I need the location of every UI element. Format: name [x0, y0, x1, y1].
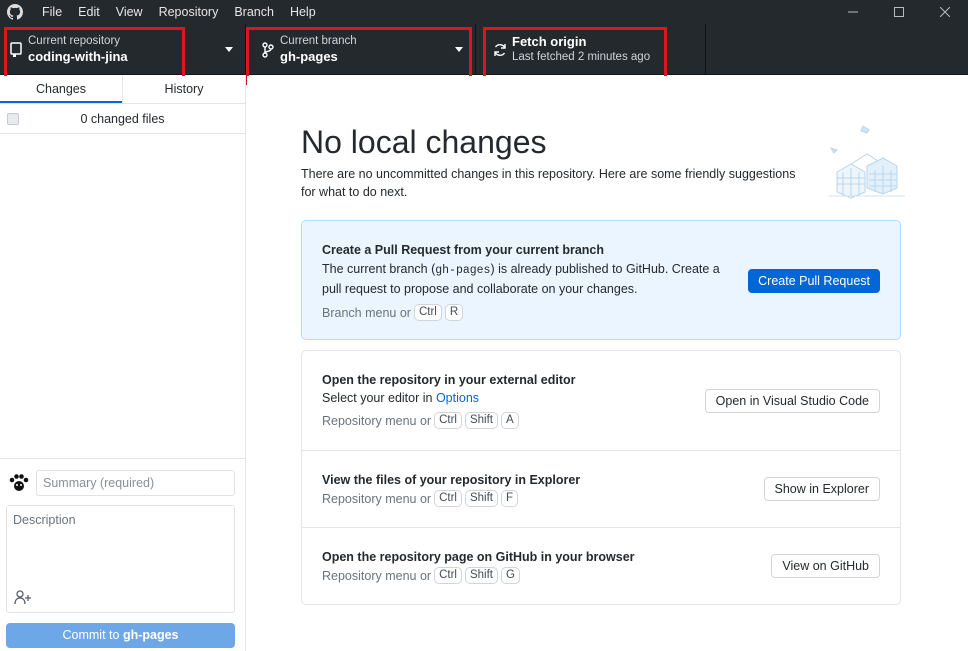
- description-input[interactable]: [7, 506, 234, 586]
- pull-request-branch-code: gh-pages: [435, 264, 491, 277]
- pull-request-title: Create a Pull Request from your current …: [322, 243, 605, 257]
- list-item: Open the repository in your external edi…: [302, 351, 900, 451]
- shortcut-key: Ctrl: [434, 490, 462, 507]
- editor-shortcut: Repository menu or Ctrl Shift A: [322, 412, 576, 429]
- pull-request-shortcut: Branch menu or Ctrl R: [322, 304, 732, 321]
- commit-button-prefix: Commit to: [62, 628, 123, 642]
- github-title: Open the repository page on GitHub in yo…: [322, 550, 635, 564]
- create-pull-request-card: Create a Pull Request from your current …: [301, 220, 901, 340]
- caret-down-icon: [225, 47, 233, 52]
- fetch-origin-label: Fetch origin: [512, 34, 587, 50]
- shortcut-key: Ctrl: [434, 567, 462, 584]
- shortcut-key: Ctrl: [434, 412, 462, 429]
- current-repository-name: coding-with-jina: [28, 48, 128, 64]
- changed-files-count: 0 changed files: [80, 111, 165, 126]
- pull-request-desc-part1: The current branch (: [322, 262, 436, 276]
- tab-history[interactable]: History: [122, 76, 245, 103]
- editor-desc-text: Select your editor in: [322, 391, 436, 405]
- menu-bar: File Edit View Repository Branch Help: [30, 0, 324, 24]
- close-icon[interactable]: [922, 0, 968, 24]
- shortcut-key: Shift: [464, 567, 498, 584]
- last-fetched-text: Last fetched 2 minutes ago: [512, 51, 651, 64]
- suggestions-list: Open the repository in your external edi…: [301, 350, 901, 605]
- editor-description: Select your editor in Options: [322, 389, 576, 408]
- maximize-icon[interactable]: [876, 0, 922, 24]
- current-repository-button[interactable]: Current repository coding-with-jina: [0, 24, 246, 75]
- shortcut-key: R: [444, 304, 464, 321]
- select-all-checkbox[interactable]: [7, 113, 19, 125]
- add-coauthor-icon[interactable]: [12, 586, 34, 608]
- caret-down-icon: [455, 47, 463, 52]
- repo-icon: [0, 42, 28, 57]
- menu-edit[interactable]: Edit: [70, 0, 108, 24]
- page-subtitle: There are no uncommitted changes in this…: [301, 167, 796, 199]
- commit-button[interactable]: Commit to gh-pages: [6, 623, 235, 648]
- view-on-github-button[interactable]: View on GitHub: [771, 554, 880, 578]
- shortcut-key: G: [500, 567, 520, 584]
- title-bar: File Edit View Repository Branch Help: [0, 0, 968, 24]
- options-link[interactable]: Options: [436, 391, 479, 405]
- window-controls: [830, 0, 968, 24]
- shortcut-prefix: Branch menu or: [322, 305, 411, 320]
- github-shortcut: Repository menu or Ctrl Shift G: [322, 567, 635, 584]
- list-item: Open the repository page on GitHub in yo…: [302, 528, 900, 604]
- shortcut-key: A: [500, 412, 519, 429]
- shortcut-key: F: [500, 490, 519, 507]
- editor-title: Open the repository in your external edi…: [322, 373, 576, 387]
- page-title: No local changes: [301, 124, 547, 160]
- sidebar-tabs: Changes History: [0, 76, 245, 104]
- fetch-origin-button[interactable]: Fetch origin Last fetched 2 minutes ago: [476, 24, 706, 75]
- pull-request-description: The current branch (gh-pages) is already…: [322, 260, 732, 299]
- current-branch-name: gh-pages: [280, 48, 338, 64]
- list-item: View the files of your repository in Exp…: [302, 451, 900, 528]
- shortcut-prefix: Repository menu or: [322, 568, 432, 583]
- show-in-explorer-button[interactable]: Show in Explorer: [763, 477, 880, 501]
- shortcut-key: Ctrl: [413, 304, 442, 321]
- minimize-icon[interactable]: [830, 0, 876, 24]
- current-branch-button[interactable]: Current branch gh-pages: [246, 24, 476, 75]
- current-repository-label: Current repository: [28, 35, 121, 48]
- summary-input[interactable]: [36, 470, 235, 496]
- shortcut-key: Shift: [464, 490, 498, 507]
- explorer-shortcut: Repository menu or Ctrl Shift F: [322, 490, 580, 507]
- menu-file[interactable]: File: [30, 0, 70, 24]
- branch-icon: [246, 41, 280, 58]
- main-panel: No local changes There are no uncommitte…: [247, 76, 968, 651]
- explorer-title: View the files of your repository in Exp…: [322, 473, 581, 487]
- commit-button-branch: gh-pages: [122, 628, 179, 642]
- open-in-editor-button[interactable]: Open in Visual Studio Code: [704, 389, 880, 413]
- github-logo-icon: [0, 0, 30, 24]
- current-branch-label: Current branch: [280, 35, 357, 48]
- menu-help[interactable]: Help: [282, 0, 324, 24]
- create-pull-request-button[interactable]: Create Pull Request: [748, 269, 880, 293]
- changes-header: 0 changed files: [0, 104, 245, 134]
- shortcut-prefix: Repository menu or: [322, 491, 432, 506]
- menu-view[interactable]: View: [108, 0, 151, 24]
- tab-changes[interactable]: Changes: [0, 76, 122, 103]
- sidebar: Changes History 0 changed files Commit: [0, 76, 246, 651]
- toolbar: Current repository coding-with-jina Curr…: [0, 24, 968, 75]
- shortcut-key: Shift: [464, 412, 498, 429]
- description-field[interactable]: [6, 505, 235, 613]
- commit-message-area: Commit to gh-pages: [0, 458, 245, 651]
- menu-branch[interactable]: Branch: [226, 0, 282, 24]
- empty-state-illustration: [827, 122, 907, 202]
- menu-repository[interactable]: Repository: [151, 0, 227, 24]
- avatar: [7, 471, 31, 495]
- sync-icon: [476, 43, 512, 57]
- shortcut-prefix: Repository menu or: [322, 413, 432, 428]
